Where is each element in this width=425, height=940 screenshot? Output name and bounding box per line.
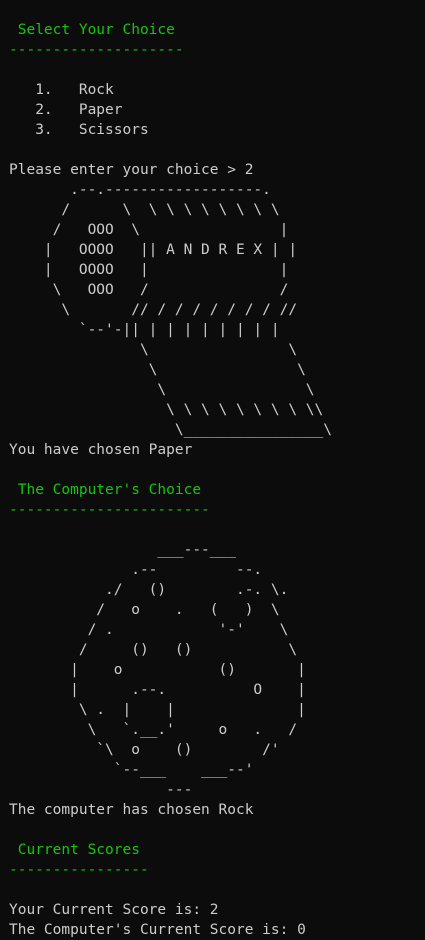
rock-ascii-art: ___---___ .-- --. ./ () .-. \. / o . ( )… [9,540,425,800]
menu-option-paper: 2. Paper [9,102,123,118]
art-line: ___---___ [9,542,236,558]
choice-prompt[interactable]: Please enter your choice > 2 [9,160,425,180]
computer-choice-result: The computer has chosen Rock [9,802,254,818]
art-line: `--___ ___--' [9,762,254,778]
art-line: \ // / / / / / / / // [9,302,298,318]
art-line: .-- --. [9,562,263,578]
scores-rule: ---------------- [9,862,149,878]
art-line: / () () \ [9,642,298,658]
art-line: | o () | [9,662,306,678]
computer-choice-rule: ----------------------- [9,502,210,518]
menu-rule: -------------------- [9,42,184,58]
art-line: \ \ [9,382,315,398]
art-line: \ \ \ \ \ \ \ \ \\ [9,402,324,418]
art-line: | .--. O | [9,682,306,698]
terminal-window: Select Your Choice -------------------- … [0,0,425,940]
art-line: \ \ [9,342,298,358]
art-line: | OOOO | | [9,262,289,278]
art-line: ./ () .-. \. [9,582,289,598]
art-line: / \ \ \ \ \ \ \ \ \ [9,202,280,218]
art-line: `\ o () /' [9,742,280,758]
computer-score: The Computer's Current Score is: 0 [9,922,306,938]
paper-ascii-art: .--.------------------. / \ \ \ \ \ \ \ … [9,180,425,440]
computer-choice-heading: The Computer's Choice [9,482,202,498]
player-score: Your Current Score is: 2 [9,902,219,918]
art-line: --- [9,782,193,798]
art-line: `--'-|| | | | | | | | | [9,322,280,338]
art-line: \ OOO / / [9,282,289,298]
menu-option-scissors: 3. Scissors [9,122,149,138]
menu-heading: Select Your Choice [9,22,175,38]
menu-option-rock: 1. Rock [9,82,114,98]
player-choice-result: You have chosen Paper [9,442,193,458]
art-line: / OOO \ | [9,222,289,238]
art-line: / o . ( ) \ [9,602,280,618]
art-line: \ `.__.' o . / [9,722,298,738]
art-line: | OOOO || A N D R E X | | [9,242,298,258]
scores-heading: Current Scores [9,842,140,858]
art-line: .--.------------------. [9,182,271,198]
art-line: \ . | | | [9,702,306,718]
art-line: / . '-' \ [9,622,289,638]
art-line: \________________\ [9,422,333,438]
art-line: \ \ [9,362,306,378]
